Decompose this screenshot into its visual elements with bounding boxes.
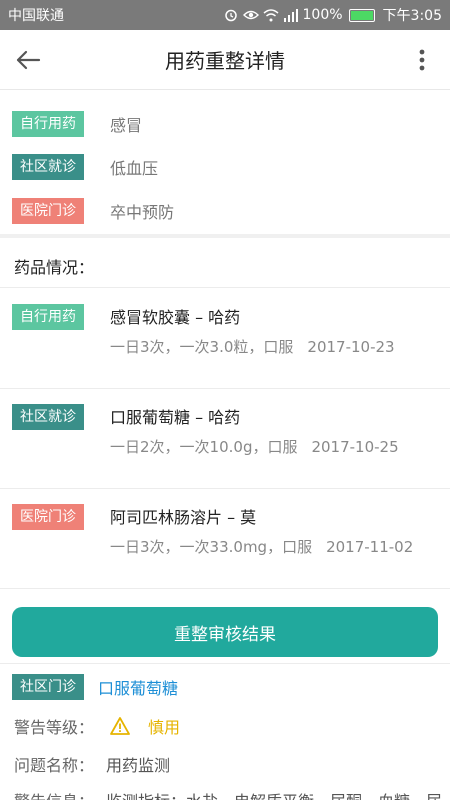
drug-date: 2017-10-23 xyxy=(307,338,395,356)
source-tag: 社区门诊 xyxy=(12,674,84,700)
drug-dosage: 一日3次，一次3.0粒，口服 2017-10-23 xyxy=(110,336,395,357)
warning-icon xyxy=(110,717,130,735)
drug-name: 口服葡萄糖 – 哈药 xyxy=(110,408,241,427)
source-tag: 医院门诊 xyxy=(12,198,84,224)
drug-list-item[interactable]: 医院门诊 阿司匹林肠溶片 – 莫 一日3次，一次33.0mg，口服 2017-11… xyxy=(0,488,450,588)
row-divider xyxy=(0,588,450,589)
eye-icon xyxy=(242,7,259,23)
status-bar: 中国联通 100% 下午3:05 xyxy=(0,0,450,30)
warning-level-label: 警告等级： xyxy=(14,718,95,737)
problem-value: 用药监测 xyxy=(106,756,171,775)
drugs-heading: 药品情况： xyxy=(14,258,95,277)
dosage-text: 一日3次，一次33.0mg，口服 xyxy=(110,538,313,556)
diagnosis-row: 医院门诊 卒中预防 xyxy=(12,198,174,224)
section-divider xyxy=(0,234,450,238)
signal-icon xyxy=(283,7,299,23)
more-vertical-icon xyxy=(419,49,425,70)
dosage-text: 一日2次，一次10.0g，口服 xyxy=(110,438,298,456)
clock: 下午3:05 xyxy=(382,8,442,24)
source-tag: 医院门诊 xyxy=(12,504,84,530)
source-tag: 自行用药 xyxy=(12,111,84,137)
wifi-icon xyxy=(263,7,279,23)
battery-percent: 100% xyxy=(302,7,343,23)
source-tag: 社区就诊 xyxy=(12,154,84,180)
warning-level-value: 慎用 xyxy=(148,718,181,737)
drug-date: 2017-10-25 xyxy=(311,438,399,456)
source-tag: 自行用药 xyxy=(12,304,84,330)
alarm-icon xyxy=(223,7,239,23)
review-result-button[interactable]: 重整审核结果 xyxy=(12,607,438,657)
drug-name: 感冒软胶囊 – 哈药 xyxy=(110,308,241,327)
carrier-label: 中国联通 xyxy=(8,8,64,24)
drug-list-item[interactable]: 社区就诊 口服葡萄糖 – 哈药 一日2次，一次10.0g，口服 2017-10-2… xyxy=(0,388,450,488)
warning-level-row: 警告等级： 慎用 xyxy=(14,714,180,738)
drug-name: 阿司匹林肠溶片 – 莫 xyxy=(110,508,257,527)
arrow-left-icon xyxy=(16,50,41,69)
dosage-text: 一日3次，一次3.0粒，口服 xyxy=(110,338,294,356)
diagnosis-row: 社区就诊 低血压 xyxy=(12,154,158,180)
drug-date: 2017-11-02 xyxy=(326,538,414,556)
page-title: 用药重整详情 xyxy=(165,49,285,73)
problem-row: 问题名称： 用药监测 xyxy=(14,752,170,776)
problem-label: 问题名称： xyxy=(14,756,95,775)
drug-link[interactable]: 口服葡萄糖 xyxy=(98,675,178,699)
diagnosis-text: 低血压 xyxy=(110,159,159,178)
row-divider xyxy=(0,663,450,664)
battery-icon xyxy=(348,8,375,22)
source-tag: 社区就诊 xyxy=(12,404,84,430)
warning-info-label: 警告信息： xyxy=(14,788,94,800)
drug-list-item[interactable]: 自行用药 感冒软胶囊 – 哈药 一日3次，一次3.0粒，口服 2017-10-23 xyxy=(0,288,450,388)
app-bar: 用药重整详情 xyxy=(0,30,450,90)
diagnosis-row: 自行用药 感冒 xyxy=(12,111,142,137)
drug-dosage: 一日3次，一次33.0mg，口服 2017-11-02 xyxy=(110,536,413,557)
result-header: 社区门诊 口服葡萄糖 xyxy=(12,674,178,700)
warning-info-value: 监测指标：水盐、电解质平衡、尿酮、血糖、尿 xyxy=(106,788,442,800)
warning-info-row: 警告信息： 监测指标：水盐、电解质平衡、尿酮、血糖、尿 xyxy=(14,788,442,800)
drug-dosage: 一日2次，一次10.0g，口服 2017-10-25 xyxy=(110,436,399,457)
back-button[interactable] xyxy=(0,30,56,90)
diagnosis-text: 感冒 xyxy=(110,116,143,135)
diagnosis-text: 卒中预防 xyxy=(110,203,175,222)
more-button[interactable] xyxy=(394,30,450,90)
